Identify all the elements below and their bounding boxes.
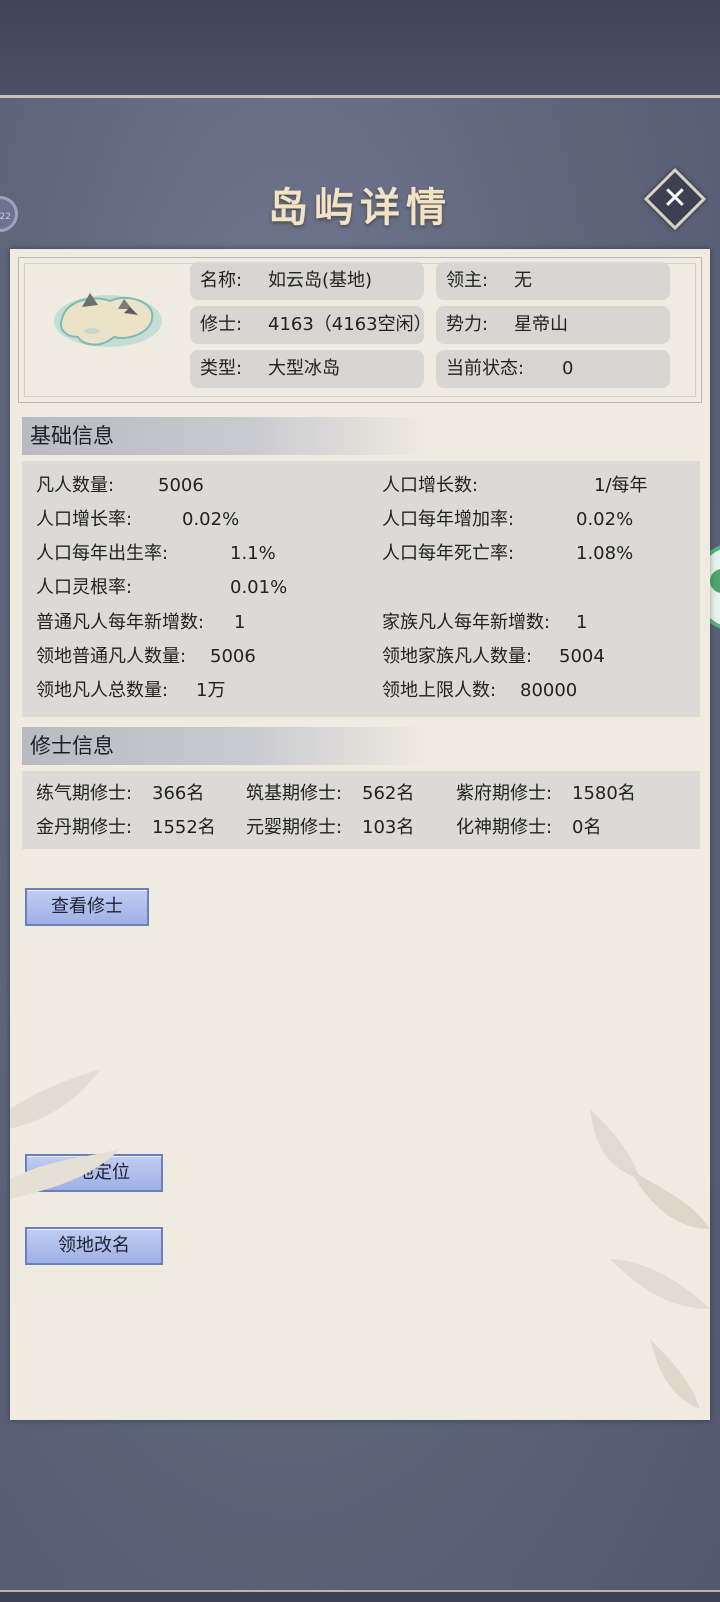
island-lord-value: 无 xyxy=(514,270,532,291)
island-cultivators-field: 修士: 4163（4163空闲） xyxy=(190,306,432,344)
island-type-field: 类型: 大型冰岛 xyxy=(190,350,424,388)
island-type-value: 大型冰岛 xyxy=(268,358,340,379)
basic-info-value: 5006 xyxy=(210,646,256,667)
basic-info-value: 0.02% xyxy=(576,509,634,530)
island-name-value: 如云岛(基地) xyxy=(268,270,373,291)
basic-info-label: 领地上限人数: xyxy=(382,680,497,701)
basic-info-label: 人口每年出生率: xyxy=(36,543,169,564)
cultivator-stage-label: 筑基期修士: xyxy=(246,783,343,804)
cultivator-stage-value: 103名 xyxy=(362,817,415,838)
rename-territory-button[interactable]: 领地改名 xyxy=(25,1227,163,1265)
island-thumbnail-icon xyxy=(54,293,162,347)
cultivator-stage-label: 化神期修士: xyxy=(456,817,553,838)
top-bar xyxy=(0,0,720,98)
basic-info-value: 1/每年 xyxy=(594,475,648,496)
basic-info-value: 1 xyxy=(234,612,246,633)
cultivator-stage-label: 紫府期修士: xyxy=(456,783,553,804)
island-detail-panel: 名称: 如云岛(基地) 领主: 无 修士: 4163（4163空闲） 势力: 星… xyxy=(10,249,710,1420)
basic-info-label: 人口增长率: xyxy=(36,509,133,530)
basic-info-value: 5006 xyxy=(158,475,204,496)
bamboo-leaf-decoration xyxy=(10,1069,120,1199)
basic-info-value: 0.02% xyxy=(182,509,240,530)
bamboo-stem-decoration xyxy=(590,1109,710,1409)
basic-info-value: 1 xyxy=(576,612,588,633)
island-lord-field: 领主: 无 xyxy=(436,262,670,300)
basic-info-value: 1.1% xyxy=(230,543,276,564)
cultivator-stage-value: 1580名 xyxy=(572,783,636,804)
basic-info-label: 领地家族凡人数量: xyxy=(382,646,533,667)
basic-info-label: 领地凡人总数量: xyxy=(36,680,169,701)
basic-info-label: 人口每年死亡率: xyxy=(382,543,515,564)
close-icon: ✕ xyxy=(662,181,688,216)
cultivator-stage-value: 0名 xyxy=(572,817,602,838)
cultivator-stage-label: 元婴期修士: xyxy=(246,817,343,838)
basic-info-label: 领地普通凡人数量: xyxy=(36,646,187,667)
basic-info-value: 5004 xyxy=(559,646,605,667)
island-faction-field: 势力: 星帝山 xyxy=(436,306,670,344)
island-cultivators-value: 4163（4163空闲） xyxy=(268,314,432,335)
basic-info-value: 80000 xyxy=(520,680,578,701)
basic-info-label: 家族凡人每年新增数: xyxy=(382,612,551,633)
basic-info-header: 基础信息 xyxy=(22,417,434,455)
basic-info-value: 1万 xyxy=(196,680,226,701)
basic-info-label: 普通凡人每年新增数: xyxy=(36,612,205,633)
basic-info-label: 人口灵根率: xyxy=(36,577,133,598)
basic-info-label: 人口增长数: xyxy=(382,475,479,496)
cultivator-stage-value: 1552名 xyxy=(152,817,216,838)
island-status-value: 0 xyxy=(562,358,574,379)
cultivator-stage-label: 金丹期修士: xyxy=(36,817,133,838)
view-cultivators-button[interactable]: 查看修士 xyxy=(25,888,149,926)
basic-info-label: 凡人数量: xyxy=(36,475,115,496)
basic-info-value: 0.01% xyxy=(230,577,288,598)
cultivator-stage-label: 练气期修士: xyxy=(36,783,133,804)
cultivator-info-header: 修士信息 xyxy=(22,727,434,765)
basic-info-value: 1.08% xyxy=(576,543,634,564)
cultivator-stage-value: 562名 xyxy=(362,783,415,804)
cultivator-stage-value: 366名 xyxy=(152,783,205,804)
island-name-field: 名称: 如云岛(基地) xyxy=(190,262,424,300)
island-status-field: 当前状态: 0 xyxy=(436,350,670,388)
basic-info-label: 人口每年增加率: xyxy=(382,509,515,530)
dialog-title: 岛屿详情 xyxy=(268,184,452,231)
bottom-bar xyxy=(0,1590,720,1602)
island-faction-value: 星帝山 xyxy=(514,314,568,335)
